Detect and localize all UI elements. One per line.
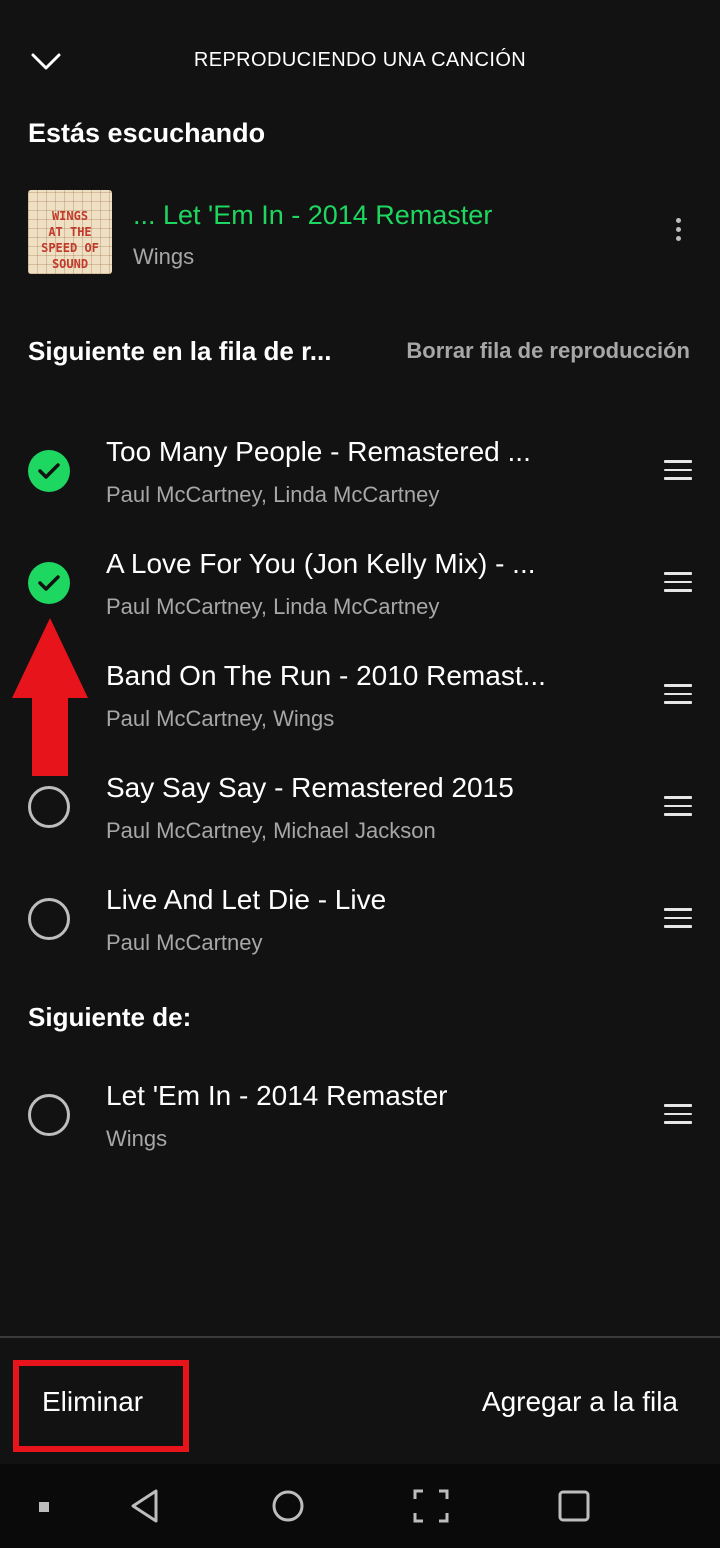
queue-track[interactable]: Say Say Say - Remastered 2015 Paul McCar… — [0, 756, 720, 856]
track-title: Band On The Run - 2010 Remast... — [106, 660, 546, 691]
back-icon[interactable] — [128, 1488, 162, 1524]
now-playing-heading: Estás escuchando — [28, 118, 266, 148]
queue-track[interactable]: Band On The Run - 2010 Remast... Paul Mc… — [0, 644, 720, 744]
add-to-queue-button[interactable]: Agregar a la fila — [482, 1386, 678, 1418]
queue-track[interactable]: Too Many People - Remastered ... Paul Mc… — [0, 420, 720, 520]
system-nav-bar — [0, 1464, 720, 1548]
track-artist: Paul McCartney, Wings — [106, 706, 335, 731]
next-from-heading: Siguiente de: — [28, 1002, 192, 1032]
unchecked-circle-icon[interactable] — [28, 786, 70, 828]
checked-circle-icon[interactable] — [28, 562, 70, 604]
track-artist: Paul McCartney, Linda McCartney — [106, 482, 440, 507]
track-artist: Paul McCartney, Michael Jackson — [106, 818, 436, 843]
header-title: REPRODUCIENDO UNA CANCIÓN — [193, 49, 527, 71]
track-artist: Paul McCartney — [106, 930, 263, 955]
drag-handle-icon[interactable] — [664, 1104, 692, 1126]
track-title: Too Many People - Remastered ... — [106, 436, 531, 467]
album-cover: WINGS AT THE SPEED OF SOUND — [28, 190, 112, 274]
drag-handle-icon[interactable] — [664, 908, 692, 930]
clear-queue-button[interactable]: Borrar fila de reproducción — [406, 338, 690, 364]
album-cover-text: WINGS AT THE SPEED OF SOUND — [41, 209, 99, 271]
drag-handle-icon[interactable] — [664, 572, 692, 594]
unchecked-circle-icon[interactable] — [28, 898, 70, 940]
checked-circle-icon[interactable] — [28, 450, 70, 492]
unchecked-circle-icon[interactable] — [28, 1094, 70, 1136]
drag-handle-icon[interactable] — [664, 684, 692, 706]
recents-icon[interactable] — [556, 1488, 592, 1524]
track-title: Let 'Em In - 2014 Remaster — [106, 1080, 448, 1111]
player-header: REPRODUCIENDO UNA CANCIÓN — [0, 0, 720, 120]
queue-track[interactable]: A Love For You (Jon Kelly Mix) - ... Pau… — [0, 532, 720, 632]
queue-track[interactable]: Live And Let Die - Live Paul McCartney — [0, 868, 720, 968]
track-artist: Wings — [106, 1126, 168, 1151]
track-artist: Paul McCartney, Linda McCartney — [106, 594, 440, 619]
more-vertical-icon[interactable] — [662, 214, 694, 254]
next-from-track[interactable]: Let 'Em In - 2014 Remaster Wings — [0, 1064, 720, 1164]
drag-handle-icon[interactable] — [664, 796, 692, 818]
drag-handle-icon[interactable] — [664, 460, 692, 482]
screenshot-icon[interactable] — [412, 1488, 450, 1524]
remove-button[interactable]: Eliminar — [42, 1386, 143, 1418]
track-title: A Love For You (Jon Kelly Mix) - ... — [106, 548, 536, 579]
now-playing-title: ... Let 'Em In - 2014 Remaster — [133, 200, 493, 230]
now-playing-artist: Wings — [133, 244, 195, 269]
menu-dot-icon[interactable] — [38, 1500, 50, 1512]
home-icon[interactable] — [270, 1488, 306, 1524]
track-title: Say Say Say - Remastered 2015 — [106, 772, 514, 803]
bottom-action-bar: Eliminar Agregar a la fila — [0, 1336, 720, 1464]
now-playing-row[interactable]: WINGS AT THE SPEED OF SOUND ... Let 'Em … — [0, 180, 720, 290]
queue-heading: Siguiente en la fila de r... — [28, 336, 332, 366]
track-title: Live And Let Die - Live — [106, 884, 387, 915]
red-arrow-annotation-icon — [12, 618, 88, 778]
